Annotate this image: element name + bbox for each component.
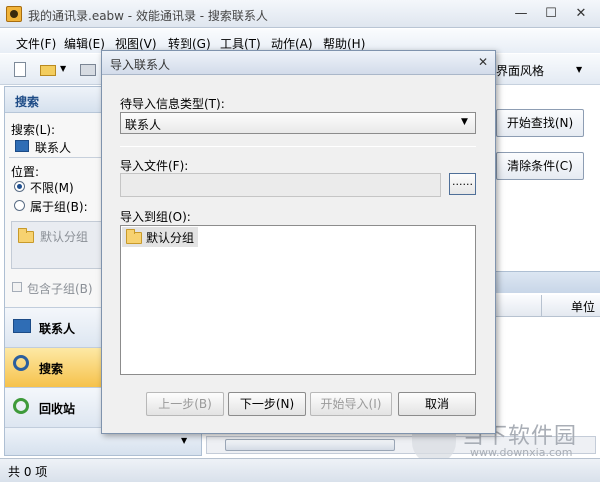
folder-icon — [18, 228, 34, 243]
nav-recycle-label: 回收站 — [39, 402, 76, 416]
open-folder-icon[interactable] — [40, 65, 56, 76]
next-step-button[interactable]: 下一步(N) — [228, 392, 306, 416]
search-icon — [13, 355, 29, 371]
item-count: 共 0 项 — [8, 465, 48, 479]
window-title: 我的通讯录.eabw - 效能通讯录 - 搜索联系人 — [28, 9, 268, 23]
position-label: 位置: — [11, 165, 40, 179]
search-label: 搜索(L): — [11, 123, 56, 137]
search-target[interactable]: 联系人 — [35, 139, 71, 156]
cancel-button[interactable]: 取消 — [398, 392, 476, 416]
status-bar — [0, 458, 600, 482]
radio-group-label: 属于组(B): — [30, 200, 88, 214]
contact-card-icon — [15, 140, 29, 152]
separator — [120, 146, 476, 147]
browse-button[interactable]: ...... — [449, 173, 476, 195]
recycle-icon — [13, 398, 29, 414]
import-group-tree[interactable]: 默认分组 — [120, 225, 476, 375]
import-type-select[interactable]: 联系人 ▼ — [120, 112, 476, 134]
include-subgroups-label: 包含子组(B) — [27, 282, 93, 296]
radio-unlimited-label: 不限(M) — [30, 181, 74, 195]
import-group-item[interactable]: 默认分组 — [146, 229, 194, 246]
radio-group[interactable] — [14, 200, 25, 211]
contacts-icon — [13, 319, 31, 333]
chevron-down-icon: ▼ — [461, 117, 468, 127]
nav-contacts-label: 联系人 — [39, 322, 76, 336]
import-group-label: 导入到组(O): — [120, 210, 191, 224]
scrollbar-thumb[interactable] — [225, 439, 395, 451]
style-dropdown-arrow[interactable]: ▼ — [576, 65, 582, 74]
prev-step-button[interactable]: 上一步(B) — [146, 392, 224, 416]
start-search-button[interactable]: 开始查找(N) — [496, 109, 584, 137]
menu-edit[interactable]: 编辑(E) — [64, 35, 105, 52]
app-icon — [6, 6, 22, 22]
dialog-title: 导入联系人 — [110, 58, 171, 72]
dialog-close-button[interactable]: ✕ — [476, 55, 490, 69]
nav-config-arrow[interactable]: ▼ — [181, 436, 187, 445]
minimize-button[interactable]: — — [508, 5, 534, 23]
import-file-label: 导入文件(F): — [120, 159, 189, 173]
col-unit-header[interactable]: 单位 — [571, 298, 595, 315]
clear-conditions-button[interactable]: 清除条件(C) — [496, 152, 584, 180]
import-file-input[interactable] — [120, 173, 441, 197]
start-import-button[interactable]: 开始导入(I) — [310, 392, 392, 416]
group-item[interactable]: 默认分组 — [40, 228, 88, 245]
printer-icon[interactable] — [80, 64, 96, 76]
import-type-label: 待导入信息类型(T): — [120, 97, 225, 111]
interface-style-label[interactable]: 界面风格 — [496, 62, 544, 79]
import-type-value: 联系人 — [125, 118, 162, 132]
chevron-down-icon[interactable]: ▼ — [60, 64, 66, 73]
include-subgroups-checkbox[interactable] — [12, 282, 22, 292]
import-contacts-dialog: 导入联系人 ✕ 待导入信息类型(T): 联系人 ▼ 导入文件(F): .....… — [101, 50, 496, 434]
radio-unlimited[interactable] — [14, 181, 25, 192]
menu-file[interactable]: 文件(F) — [16, 35, 56, 52]
maximize-button[interactable]: ☐ — [538, 5, 564, 23]
close-button[interactable]: ✕ — [568, 5, 594, 23]
new-file-icon[interactable] — [14, 62, 26, 77]
folder-icon — [126, 229, 142, 244]
nav-search-label: 搜索 — [39, 362, 64, 376]
